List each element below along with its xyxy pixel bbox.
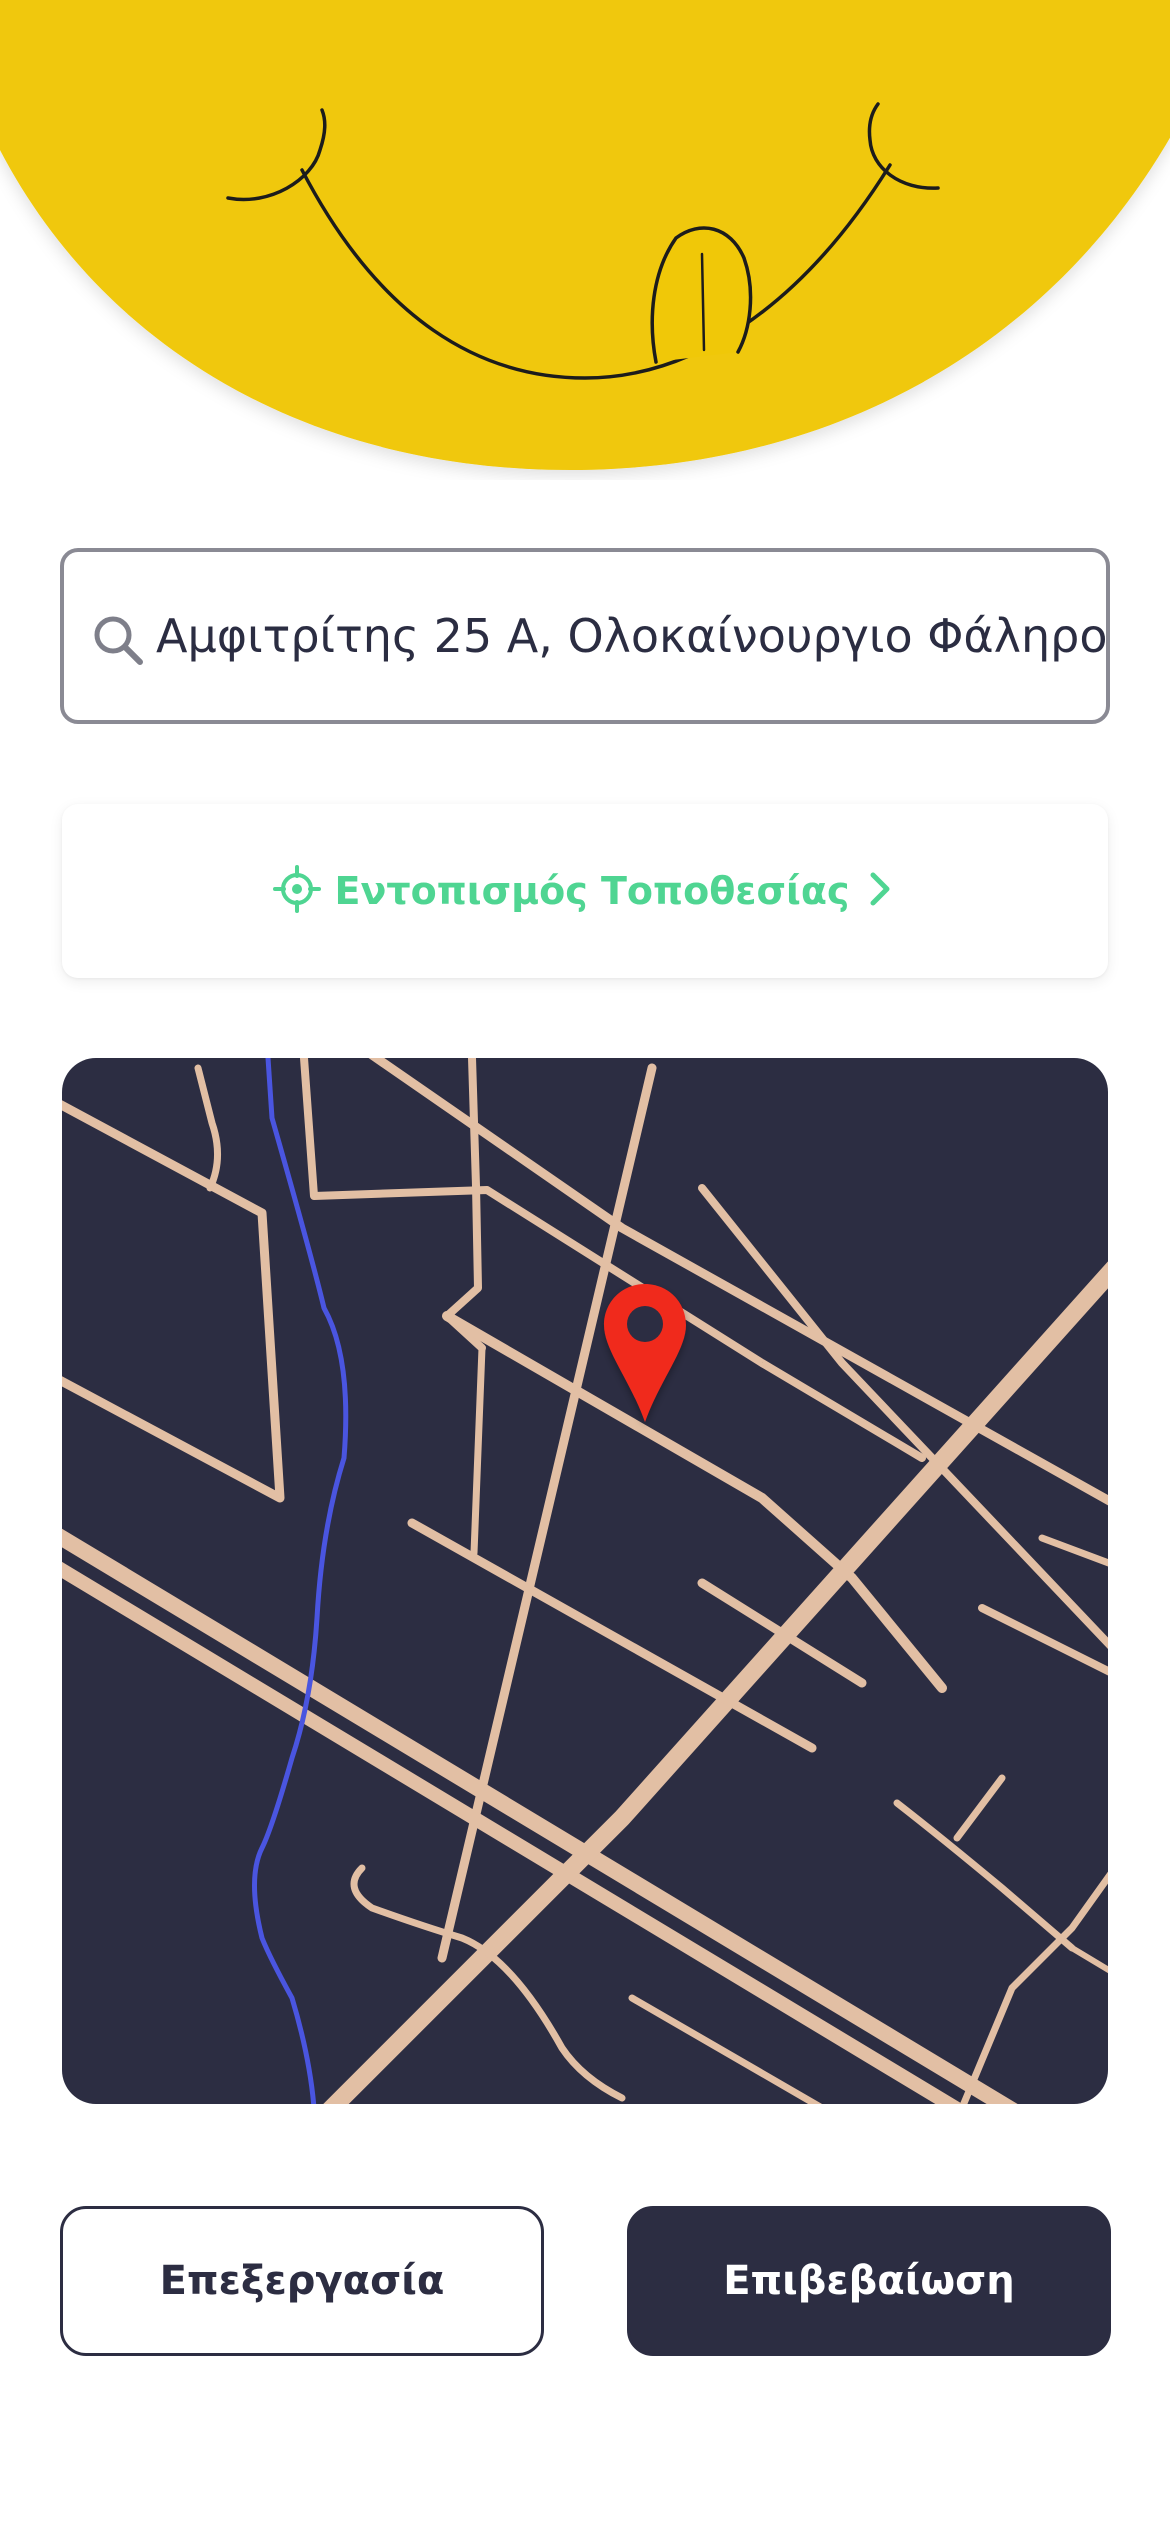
smiley-face-illustration — [0, 0, 1170, 470]
address-search-field[interactable] — [60, 548, 1110, 724]
chevron-right-icon — [863, 867, 897, 916]
edit-button[interactable]: Επεξεργασία — [60, 2206, 544, 2356]
confirm-button[interactable]: Επιβεβαίωση — [627, 2206, 1111, 2356]
locate-location-button[interactable]: Εντοπισμός Τοποθεσίας — [62, 804, 1108, 978]
map-pin-icon — [600, 1280, 690, 1430]
crosshair-icon — [272, 864, 321, 918]
hero-smiley — [0, 0, 1170, 480]
locate-location-label: Εντοπισμός Τοποθεσίας — [334, 869, 850, 913]
map-preview[interactable] — [62, 1058, 1108, 2104]
address-input[interactable] — [156, 552, 1106, 720]
search-icon — [90, 612, 146, 668]
map-roads — [62, 1058, 1108, 2104]
